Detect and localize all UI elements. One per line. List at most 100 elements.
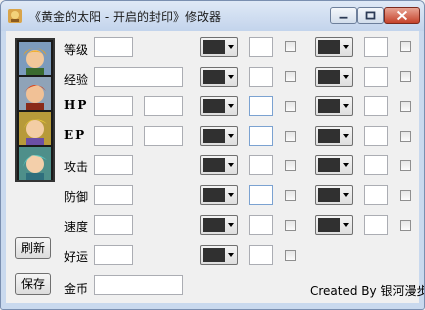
maximize-button[interactable] <box>357 7 384 24</box>
small-field[interactable] <box>249 245 273 265</box>
small-field[interactable] <box>249 155 273 175</box>
luck-field[interactable] <box>94 245 133 265</box>
small-field[interactable] <box>249 67 273 87</box>
portrait-1[interactable] <box>19 42 51 75</box>
color-select[interactable] <box>315 96 353 116</box>
credit-text: Created By 银河漫步 <box>310 284 425 298</box>
lock-checkbox[interactable] <box>400 41 411 52</box>
lock-checkbox[interactable] <box>285 41 296 52</box>
small-field[interactable] <box>364 37 388 57</box>
small-field[interactable] <box>249 37 273 57</box>
color-select[interactable] <box>315 126 353 146</box>
small-field[interactable] <box>364 126 388 146</box>
chevron-down-icon <box>228 163 234 167</box>
small-field[interactable] <box>249 215 273 235</box>
attack-field[interactable] <box>94 155 133 175</box>
hp-max-field[interactable] <box>144 96 183 116</box>
lock-checkbox[interactable] <box>400 71 411 82</box>
hp-current-field[interactable] <box>94 96 133 116</box>
save-button[interactable]: 保存 <box>15 273 51 295</box>
lock-checkbox[interactable] <box>400 160 411 171</box>
color-select[interactable] <box>200 245 238 265</box>
chevron-down-icon <box>343 193 349 197</box>
hp-label: HP <box>64 98 89 112</box>
color-select[interactable] <box>315 215 353 235</box>
gold-field[interactable] <box>94 275 183 295</box>
chevron-down-icon <box>228 45 234 49</box>
gold-label: 金币 <box>64 282 89 296</box>
app-window: 《黄金的太阳 - 开启的封印》修改器 刷新 保存 等级 经验 HP EP 攻击 … <box>0 0 425 310</box>
portrait-2[interactable] <box>19 77 51 110</box>
small-field[interactable] <box>249 96 273 116</box>
window-title: 《黄金的太阳 - 开启的封印》修改器 <box>29 10 221 24</box>
defense-label: 防御 <box>64 190 89 204</box>
color-select[interactable] <box>315 185 353 205</box>
color-swatch <box>318 158 340 172</box>
defense-field[interactable] <box>94 185 133 205</box>
color-swatch <box>203 129 225 143</box>
color-swatch <box>203 158 225 172</box>
small-field[interactable] <box>364 185 388 205</box>
chevron-down-icon <box>343 134 349 138</box>
color-select[interactable] <box>200 37 238 57</box>
color-select[interactable] <box>200 215 238 235</box>
app-icon <box>8 9 22 23</box>
small-field[interactable] <box>364 67 388 87</box>
color-select[interactable] <box>315 67 353 87</box>
lock-checkbox[interactable] <box>285 190 296 201</box>
lock-checkbox[interactable] <box>285 71 296 82</box>
lock-checkbox[interactable] <box>285 220 296 231</box>
color-swatch <box>203 99 225 113</box>
portrait-3[interactable] <box>19 112 51 145</box>
color-swatch <box>318 99 340 113</box>
lock-checkbox[interactable] <box>400 101 411 112</box>
chevron-down-icon <box>228 134 234 138</box>
ep-current-field[interactable] <box>94 126 133 146</box>
color-select[interactable] <box>200 155 238 175</box>
color-swatch <box>203 218 225 232</box>
close-button[interactable] <box>384 7 420 24</box>
color-swatch <box>318 70 340 84</box>
speed-field[interactable] <box>94 215 133 235</box>
lock-checkbox[interactable] <box>285 250 296 261</box>
small-field[interactable] <box>364 155 388 175</box>
ep-max-field[interactable] <box>144 126 183 146</box>
title-bar[interactable]: 《黄金的太阳 - 开启的封印》修改器 <box>1 1 424 31</box>
color-swatch <box>318 129 340 143</box>
lock-checkbox[interactable] <box>285 131 296 142</box>
small-field[interactable] <box>249 185 273 205</box>
portrait-4[interactable] <box>19 147 51 180</box>
luck-label: 好运 <box>64 250 89 264</box>
color-swatch <box>203 248 225 262</box>
attack-label: 攻击 <box>64 160 89 174</box>
color-select[interactable] <box>200 96 238 116</box>
level-field[interactable] <box>94 37 133 57</box>
chevron-down-icon <box>228 253 234 257</box>
small-field[interactable] <box>364 96 388 116</box>
refresh-button[interactable]: 刷新 <box>15 237 51 259</box>
color-swatch <box>318 218 340 232</box>
color-select[interactable] <box>315 155 353 175</box>
exp-label: 经验 <box>64 73 89 87</box>
color-swatch <box>203 188 225 202</box>
maximize-icon <box>365 11 376 20</box>
speed-label: 速度 <box>64 220 89 234</box>
color-select[interactable] <box>200 67 238 87</box>
chevron-down-icon <box>343 104 349 108</box>
lock-checkbox[interactable] <box>285 101 296 112</box>
small-field[interactable] <box>249 126 273 146</box>
lock-checkbox[interactable] <box>400 131 411 142</box>
chevron-down-icon <box>228 223 234 227</box>
lock-checkbox[interactable] <box>400 220 411 231</box>
color-select[interactable] <box>200 185 238 205</box>
color-select[interactable] <box>315 37 353 57</box>
small-field[interactable] <box>364 215 388 235</box>
minimize-button[interactable] <box>330 7 357 24</box>
chevron-down-icon <box>343 75 349 79</box>
chevron-down-icon <box>228 75 234 79</box>
lock-checkbox[interactable] <box>400 190 411 201</box>
exp-field[interactable] <box>94 67 183 87</box>
color-swatch <box>203 70 225 84</box>
lock-checkbox[interactable] <box>285 160 296 171</box>
color-select[interactable] <box>200 126 238 146</box>
